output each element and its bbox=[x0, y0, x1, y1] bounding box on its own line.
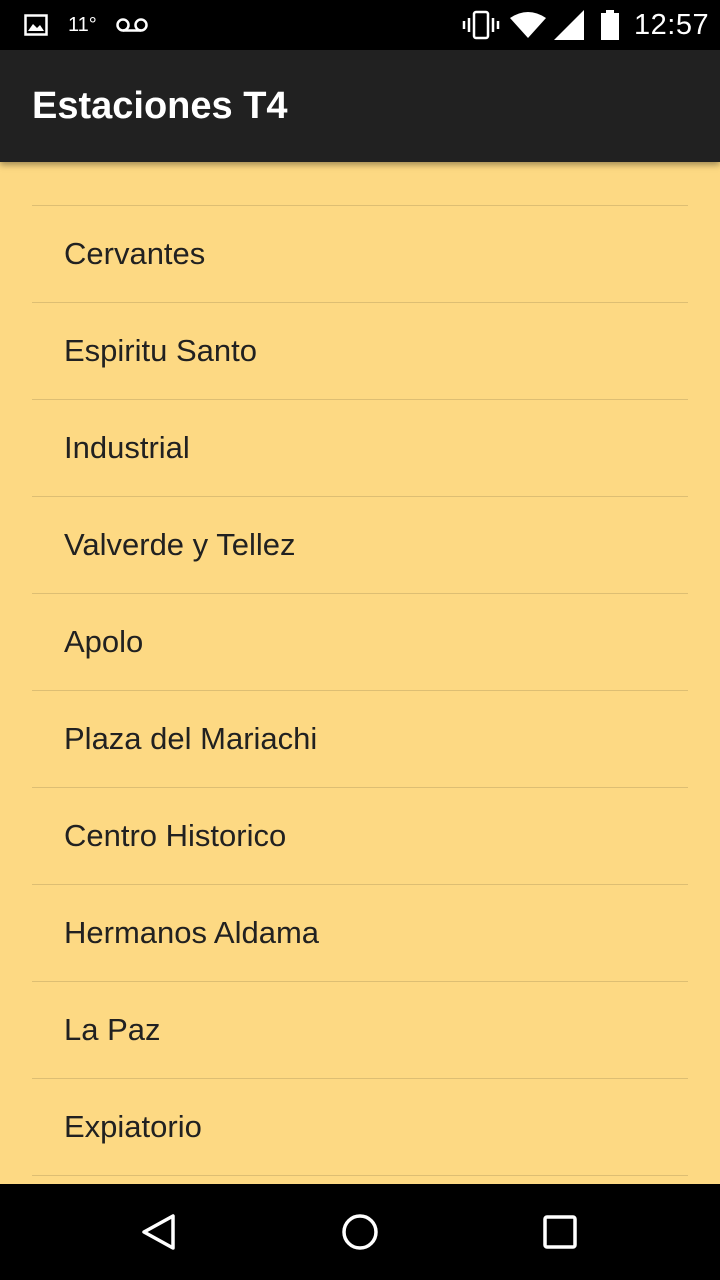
recents-button[interactable] bbox=[512, 1184, 608, 1280]
list-item[interactable]: Cervantes bbox=[32, 206, 688, 303]
station-name: Cervantes bbox=[64, 236, 206, 271]
list-item[interactable]: Espiritu Santo bbox=[32, 303, 688, 400]
station-name: Plaza del Mariachi bbox=[64, 721, 318, 756]
list-item[interactable]: Expiatorio bbox=[32, 1079, 688, 1176]
navigation-bar bbox=[0, 1184, 720, 1280]
back-icon bbox=[142, 1214, 175, 1250]
station-name: Apolo bbox=[64, 624, 144, 659]
temperature: 11° bbox=[68, 13, 97, 36]
app-bar: Estaciones T4 bbox=[0, 50, 720, 162]
wifi-icon bbox=[510, 0, 546, 50]
list-item[interactable]: Industrial bbox=[32, 400, 688, 497]
station-name: Expiatorio bbox=[64, 1109, 202, 1144]
home-button[interactable] bbox=[312, 1184, 408, 1280]
station-name: Valverde y Tellez bbox=[64, 527, 296, 562]
list-item[interactable]: Hermanos Aldama bbox=[32, 885, 688, 982]
page-title: Estaciones T4 bbox=[32, 85, 288, 127]
station-name: La Paz bbox=[64, 1012, 161, 1047]
recents-icon bbox=[543, 1215, 577, 1249]
station-name: Centro Historico bbox=[64, 818, 287, 853]
station-name: Industrial bbox=[64, 430, 190, 465]
list-item[interactable]: Centro Historico bbox=[32, 788, 688, 885]
station-list: Cervantes Espiritu Santo Industrial Valv… bbox=[32, 205, 688, 1176]
image-icon bbox=[24, 0, 48, 50]
list-item[interactable]: Plaza del Mariachi bbox=[32, 691, 688, 788]
station-name: Hermanos Aldama bbox=[64, 915, 320, 950]
list-item[interactable]: La Paz bbox=[32, 982, 688, 1079]
station-name: Espiritu Santo bbox=[64, 333, 257, 368]
home-icon bbox=[342, 1214, 378, 1250]
battery-icon bbox=[600, 0, 620, 50]
list-item[interactable]: Apolo bbox=[32, 594, 688, 691]
back-button[interactable] bbox=[112, 1184, 208, 1280]
status-bar: 11° 12:57 bbox=[0, 0, 720, 50]
vibrate-icon bbox=[462, 0, 500, 50]
voicemail-icon bbox=[116, 0, 148, 50]
signal-icon bbox=[554, 0, 584, 50]
clock: 12:57 bbox=[634, 8, 710, 41]
list-item[interactable]: Valverde y Tellez bbox=[32, 497, 688, 594]
